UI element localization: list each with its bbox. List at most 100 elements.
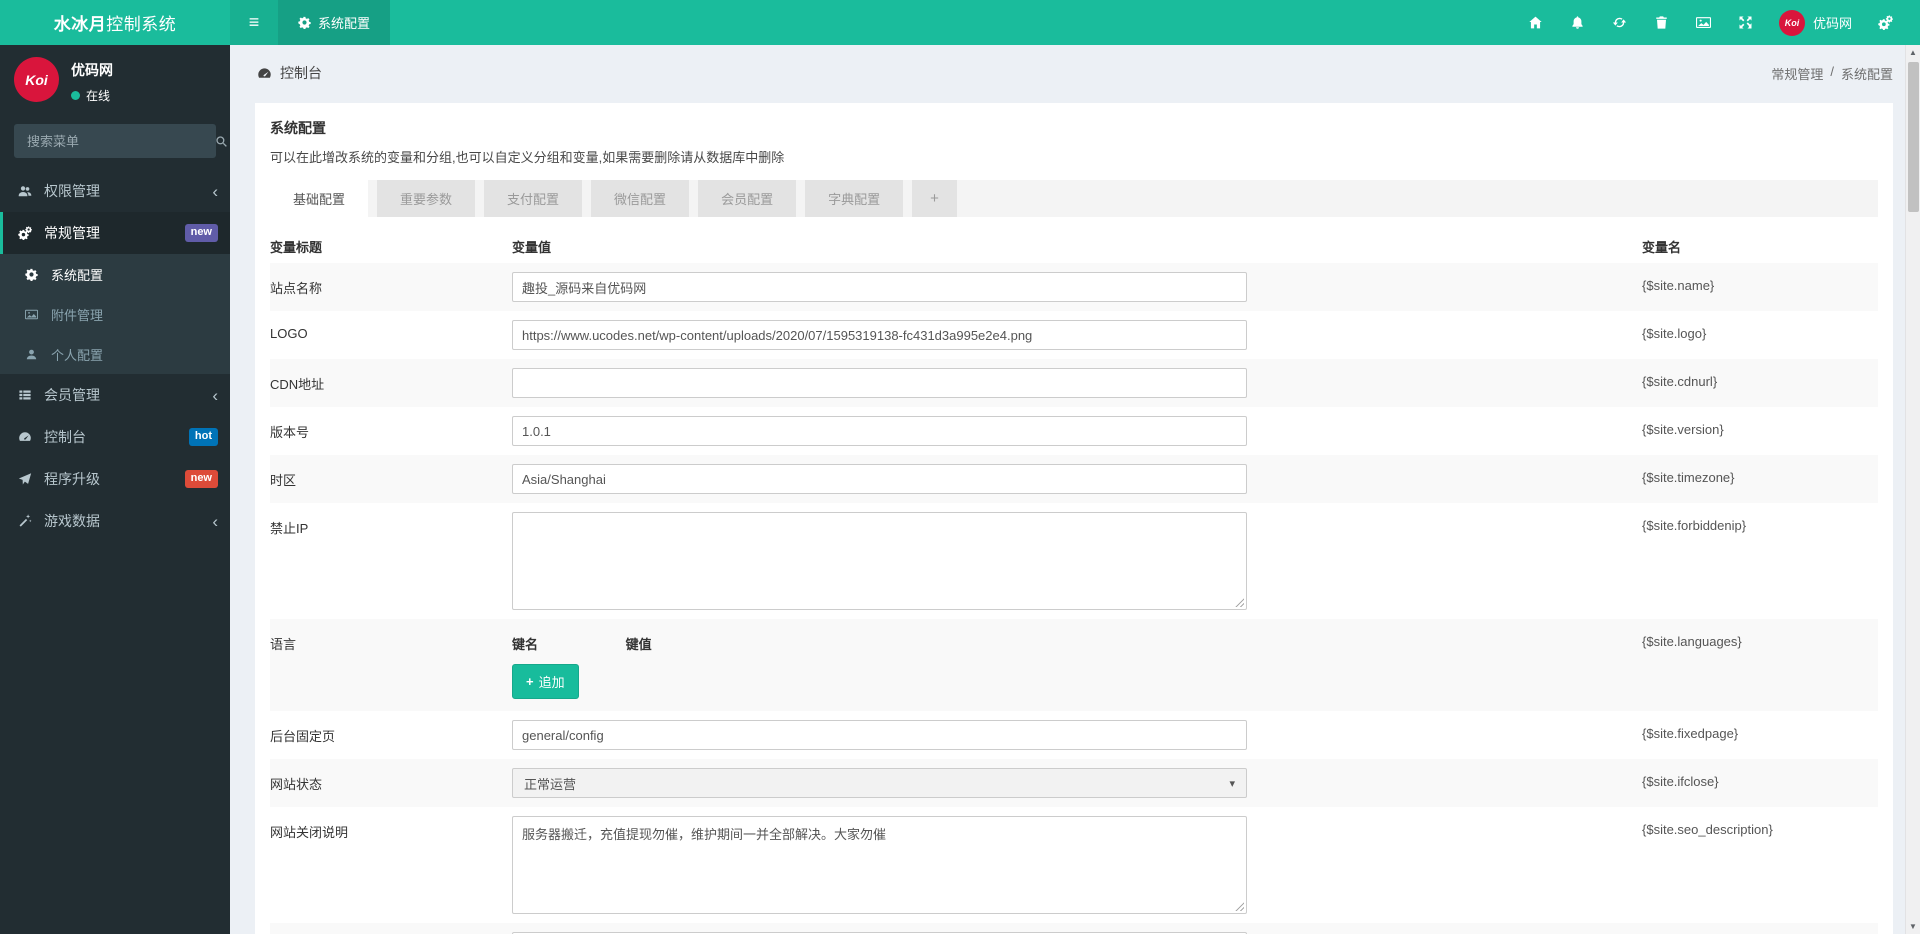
- trash-button[interactable]: [1641, 0, 1683, 45]
- sidebar-item-attachments[interactable]: 附件管理: [0, 294, 230, 334]
- row-varname: {$site.cdnurl}: [1642, 374, 1718, 389]
- search-icon: [215, 135, 228, 148]
- user-menu-name: 优码网: [1812, 16, 1852, 31]
- chevron-left-icon: ‹: [212, 385, 218, 405]
- fixed-page-input[interactable]: [512, 720, 1247, 750]
- column-header-title: 变量标题: [270, 240, 323, 255]
- sidebar-toggle-button[interactable]: ≡: [230, 0, 278, 45]
- user-menu[interactable]: Koi 优码网: [1767, 9, 1864, 36]
- avatar: Koi: [14, 57, 59, 102]
- sidebar-item-upgrade[interactable]: 程序升级 new: [0, 458, 230, 500]
- list-icon: [18, 388, 44, 402]
- tab-wechat-config[interactable]: 微信配置: [591, 180, 690, 217]
- sidebar-item-system-config[interactable]: 系统配置: [0, 254, 230, 294]
- row-label: 禁止IP: [270, 521, 309, 536]
- breadcrumb-current[interactable]: 系统配置: [1841, 64, 1893, 83]
- column-header-name: 变量名: [1642, 240, 1682, 255]
- dict-value-header: 键值: [625, 637, 652, 652]
- table-row: 禁止IP {$site.forbiddenip}: [270, 503, 1878, 619]
- expand-icon: [1738, 15, 1753, 30]
- sidebar-item-game-data[interactable]: 游戏数据 ‹: [0, 500, 230, 542]
- trash-icon: [1654, 15, 1669, 30]
- plus-icon: +: [526, 674, 534, 689]
- bell-icon: [1570, 15, 1585, 30]
- row-varname: {$site.logo}: [1642, 326, 1707, 341]
- tab-important-params[interactable]: 重要参数: [377, 180, 476, 217]
- page-title-label: 控制台: [280, 65, 322, 81]
- site-logo-input[interactable]: [512, 320, 1247, 350]
- table-header-row: 变量标题 变量值 变量名: [270, 229, 1878, 263]
- search-input[interactable]: [15, 133, 215, 149]
- tab-payment-config[interactable]: 支付配置: [484, 180, 583, 217]
- row-label: 语言: [270, 637, 297, 652]
- breadcrumb-parent[interactable]: 常规管理: [1771, 64, 1823, 83]
- sidebar: Koi 优码网 在线 权限管理 ‹ 常规管理 new 系统配置 附件管理: [0, 45, 230, 934]
- sidebar-item-general[interactable]: 常规管理 new: [0, 212, 230, 254]
- sidebar-item-label: 个人配置: [51, 347, 104, 363]
- site-status-value: 正常运营: [524, 776, 577, 792]
- table-row: 站点名称 {$site.name}: [270, 263, 1878, 311]
- sidebar-item-members[interactable]: 会员管理 ‹: [0, 374, 230, 416]
- sidebar-item-label: 会员管理: [44, 387, 100, 403]
- refresh-button[interactable]: [1599, 0, 1641, 45]
- row-varname: {$site.version}: [1642, 422, 1724, 437]
- table-row: LOGO {$site.logo}: [270, 311, 1878, 359]
- sidebar-item-dashboard[interactable]: 控制台 hot: [0, 416, 230, 458]
- tab-system-config[interactable]: 系统配置: [278, 0, 391, 45]
- cogs-icon: [18, 226, 44, 240]
- add-tab-button[interactable]: +: [912, 180, 957, 217]
- chevron-left-icon: ‹: [212, 511, 218, 531]
- row-varname: {$site.ifclose}: [1642, 774, 1719, 789]
- close-description-textarea[interactable]: 服务器搬迁，充值提现勿催，维护期间一并全部解决。大家勿催: [512, 816, 1247, 914]
- tab-basic-config[interactable]: 基础配置: [270, 180, 369, 217]
- version-input[interactable]: [512, 416, 1247, 446]
- status-label: 在线: [86, 89, 111, 103]
- tab-dictionary-config[interactable]: 字典配置: [805, 180, 904, 217]
- site-name-input[interactable]: [512, 272, 1247, 302]
- sidebar-item-permissions[interactable]: 权限管理 ‹: [0, 170, 230, 212]
- sidebar-item-label: 附件管理: [51, 307, 104, 323]
- sidebar-item-profile-config[interactable]: 个人配置: [0, 334, 230, 374]
- row-label: 后台固定页: [270, 729, 336, 744]
- magic-icon: [18, 514, 44, 528]
- notifications-button[interactable]: [1557, 0, 1599, 45]
- settings-button[interactable]: [1864, 0, 1906, 45]
- row-varname: {$site.seo_description}: [1642, 822, 1773, 837]
- brand-bold: 水冰月: [53, 15, 107, 34]
- site-status-select[interactable]: 正常运营 ▾: [512, 768, 1247, 798]
- table-row: 版本号 {$site.version}: [270, 407, 1878, 455]
- row-label: 版本号: [270, 425, 310, 440]
- sidebar-item-label: 程序升级: [44, 471, 100, 487]
- users-icon: [18, 184, 44, 198]
- row-varname: [1642, 923, 1878, 934]
- append-button-label: 追加: [538, 675, 565, 690]
- cdn-url-input[interactable]: [512, 368, 1247, 398]
- page-scrollbar[interactable]: ▲ ▼: [1905, 45, 1920, 934]
- brand-logo[interactable]: 水冰月 控制系统: [0, 0, 230, 45]
- chevron-left-icon: ‹: [212, 181, 218, 201]
- new-badge: new: [184, 470, 218, 488]
- append-button[interactable]: + 追加: [512, 664, 579, 699]
- config-table: 变量标题 变量值 变量名 站点名称 {$site.name} LOGO {$si…: [270, 229, 1878, 934]
- sidebar-item-label: 系统配置: [51, 267, 104, 283]
- row-label: 网站关闭说明: [270, 825, 349, 840]
- scroll-up-arrow[interactable]: ▲: [1906, 45, 1920, 60]
- home-button[interactable]: [1515, 0, 1557, 45]
- hot-badge: hot: [188, 428, 218, 446]
- scrollbar-thumb[interactable]: [1908, 62, 1919, 212]
- timezone-input[interactable]: [512, 464, 1247, 494]
- home-icon: [1528, 15, 1543, 30]
- sidebar-item-label: 常规管理: [44, 225, 100, 241]
- image-icon: [1696, 15, 1711, 30]
- forbidden-ip-textarea[interactable]: [512, 512, 1247, 610]
- panel-description: 可以在此增改系统的变量和分组,也可以自定义分组和变量,如果需要删除请从数据库中删…: [270, 150, 785, 165]
- scroll-down-arrow[interactable]: ▼: [1906, 919, 1920, 934]
- table-row: 网站关闭说明 服务器搬迁，充值提现勿催，维护期间一并全部解决。大家勿催 {$si…: [270, 807, 1878, 923]
- row-varname: {$site.languages}: [1642, 634, 1742, 649]
- row-varname: {$site.forbiddenip}: [1642, 518, 1747, 533]
- row-label: 站点名称: [270, 281, 323, 296]
- tab-member-config[interactable]: 会员配置: [698, 180, 797, 217]
- gear-icon: [298, 16, 311, 29]
- fullscreen-button[interactable]: [1725, 0, 1767, 45]
- gallery-button[interactable]: [1683, 0, 1725, 45]
